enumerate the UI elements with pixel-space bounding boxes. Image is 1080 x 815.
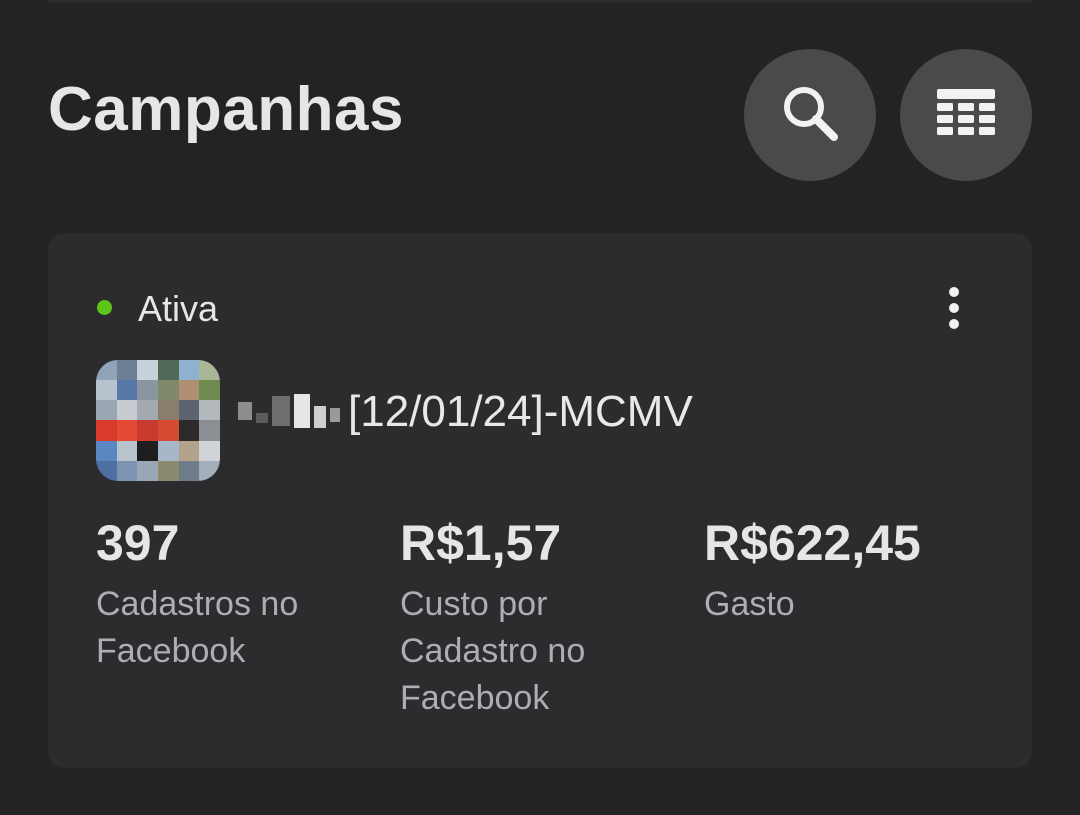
metric-cost-per-lead: R$1,57 Custo por Cadastro no Facebook bbox=[400, 515, 670, 722]
status-dot bbox=[97, 300, 112, 315]
metric-value: R$1,57 bbox=[400, 515, 562, 571]
previous-card-edge bbox=[48, 0, 1032, 3]
metric-label: Gasto bbox=[704, 584, 795, 623]
metric-value: 397 bbox=[96, 515, 180, 571]
metric-label: Custo por Cadastro no Facebook bbox=[400, 584, 586, 717]
table-icon bbox=[936, 88, 996, 143]
campaign-thumbnail bbox=[96, 360, 220, 481]
search-icon bbox=[779, 82, 841, 149]
redacted-text bbox=[238, 393, 340, 429]
metric-leads: 397 Cadastros no Facebook bbox=[96, 515, 366, 675]
metric-spend: R$622,45 Gasto bbox=[704, 515, 974, 628]
more-vertical-icon bbox=[949, 287, 959, 297]
metric-value: R$622,45 bbox=[704, 515, 921, 571]
campaign-card[interactable]: Ativa [12/01/24]-MCMV 397 Cadastros no F… bbox=[48, 233, 1032, 768]
more-options-button[interactable] bbox=[934, 283, 974, 333]
table-view-button[interactable] bbox=[900, 49, 1032, 181]
page-title: Campanhas bbox=[48, 75, 404, 144]
metric-label: Cadastros no Facebook bbox=[96, 584, 299, 670]
campaign-name: [12/01/24]-MCMV bbox=[348, 387, 693, 436]
status-label: Ativa bbox=[138, 288, 219, 329]
search-button[interactable] bbox=[744, 49, 876, 181]
